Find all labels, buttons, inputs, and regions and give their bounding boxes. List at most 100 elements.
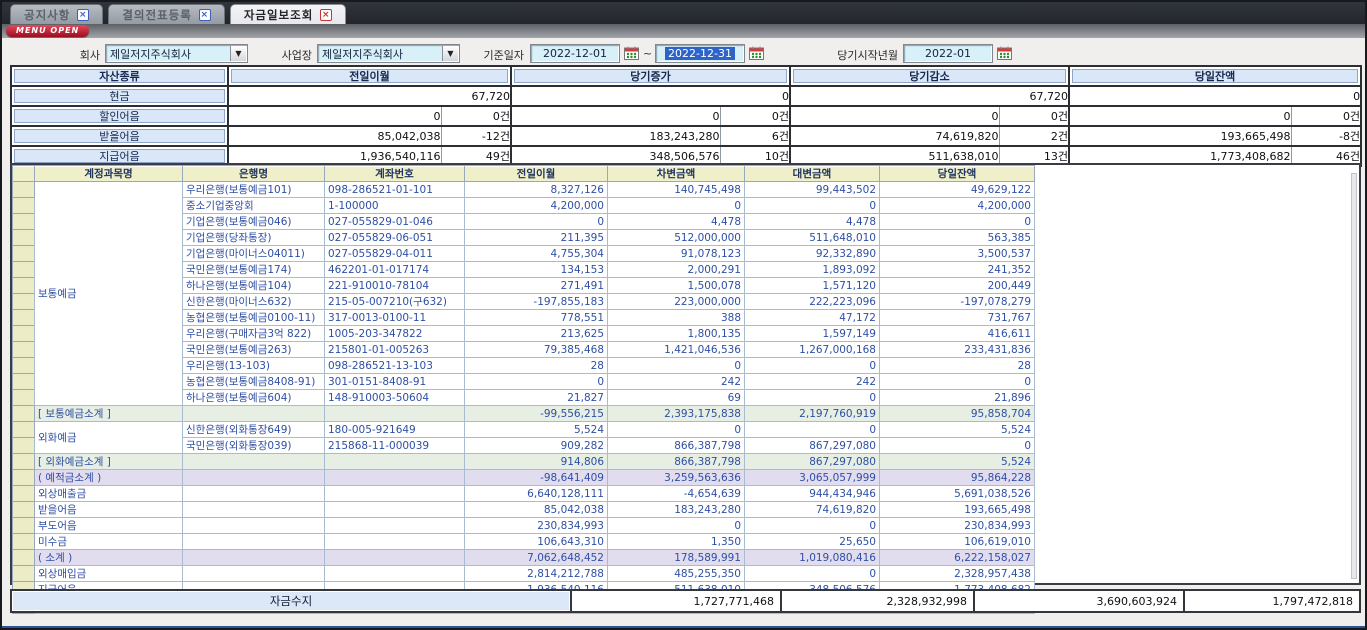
period-start-label: 당기시작년월 <box>820 47 898 63</box>
credit-amount-cell: 4,478 <box>745 214 880 230</box>
prev-balance-cell: 85,042,038 <box>465 502 608 518</box>
prev-balance-cell: 213,625 <box>465 326 608 342</box>
detail-row[interactable]: ( 예적금소계 )-98,641,4093,259,563,6363,065,0… <box>13 470 1035 486</box>
row-indicator[interactable] <box>13 486 35 502</box>
account-number-cell: 215868-11-000039 <box>325 438 465 454</box>
tab-3[interactable]: 자금일보조회× <box>230 4 346 24</box>
row-indicator[interactable] <box>13 454 35 470</box>
bank-name-cell: 하나은행(보통예금104) <box>183 278 325 294</box>
date-to-value: 2022-12-31 <box>665 47 735 60</box>
detail-row[interactable]: 받을어음85,042,038183,243,28074,619,820193,6… <box>13 502 1035 518</box>
account-number-cell <box>325 550 465 566</box>
summary-body: 현금67,720067,7200할인어음00건00건00건00건받을어음85,0… <box>11 86 1361 166</box>
row-indicator[interactable] <box>13 230 35 246</box>
debit-amount-cell: 2,393,175,838 <box>608 406 745 422</box>
menu-open-button[interactable]: MENU OPEN <box>6 25 89 37</box>
detail-row[interactable]: 보통예금우리은행(보통예금101)098-286521-01-1018,327,… <box>13 182 1035 198</box>
day-balance-cell: 5,691,038,526 <box>880 486 1035 502</box>
detail-row[interactable]: 미수금106,643,3101,35025,650106,619,010 <box>13 534 1035 550</box>
credit-amount-cell: 944,434,946 <box>745 486 880 502</box>
calendar-icon[interactable] <box>624 46 639 60</box>
row-indicator[interactable] <box>13 550 35 566</box>
bank-name-cell: 우리은행(구매자금3억 822) <box>183 326 325 342</box>
summary-count-cell: 0건 <box>999 106 1069 126</box>
row-indicator[interactable] <box>13 374 35 390</box>
row-indicator[interactable] <box>13 294 35 310</box>
detail-row[interactable]: 외상매입금2,814,212,788485,255,35002,328,957,… <box>13 566 1035 582</box>
credit-amount-cell: 1,893,092 <box>745 262 880 278</box>
prev-balance-cell: 106,643,310 <box>465 534 608 550</box>
site-combobox[interactable]: 제일저지주식회사 ▼ <box>317 44 460 63</box>
tab-1[interactable]: 공지사항× <box>10 4 103 24</box>
row-indicator[interactable] <box>13 470 35 486</box>
row-indicator[interactable] <box>13 406 35 422</box>
summary-count-cell: -12건 <box>441 126 511 146</box>
row-indicator[interactable] <box>13 390 35 406</box>
calendar-icon[interactable] <box>749 46 764 60</box>
row-indicator[interactable] <box>13 310 35 326</box>
row-indicator[interactable] <box>13 278 35 294</box>
debit-amount-cell: 485,255,350 <box>608 566 745 582</box>
detail-col-header: 계좌번호 <box>325 166 465 182</box>
row-indicator[interactable] <box>13 214 35 230</box>
prev-balance-cell: 79,385,468 <box>465 342 608 358</box>
company-combobox[interactable]: 제일저지주식회사 ▼ <box>105 44 248 63</box>
date-from-field[interactable]: 2022-12-01 <box>530 44 620 63</box>
row-indicator[interactable] <box>13 262 35 278</box>
close-icon[interactable]: × <box>199 9 211 21</box>
period-start-value: 2022-01 <box>925 47 971 60</box>
bank-name-cell: 농협은행(보통예금0100-11) <box>183 310 325 326</box>
debit-amount-cell: 0 <box>608 198 745 214</box>
vertical-scrollbar[interactable] <box>1351 173 1357 579</box>
bank-name-cell <box>183 550 325 566</box>
prev-balance-cell: -197,855,183 <box>465 294 608 310</box>
detail-col-header: 은행명 <box>183 166 325 182</box>
row-indicator[interactable] <box>13 438 35 454</box>
funds-balance-bar: 자금수지 1,727,771,4682,328,932,9983,690,603… <box>10 589 1361 613</box>
bank-name-cell: 신한은행(마이너스632) <box>183 294 325 310</box>
row-indicator[interactable] <box>13 342 35 358</box>
summary-value-cell: 183,243,280 <box>511 126 720 146</box>
row-indicator[interactable] <box>13 182 35 198</box>
detail-row[interactable]: 외화예금신한은행(외화통장649)180-005-9216495,524005,… <box>13 422 1035 438</box>
row-indicator[interactable] <box>13 358 35 374</box>
credit-amount-cell: 99,443,502 <box>745 182 880 198</box>
detail-col-header: 당일잔액 <box>880 166 1035 182</box>
credit-amount-cell: 0 <box>745 390 880 406</box>
row-indicator[interactable] <box>13 326 35 342</box>
day-balance-cell: 21,896 <box>880 390 1035 406</box>
bank-name-cell: 하나은행(보통예금604) <box>183 390 325 406</box>
day-balance-cell: 0 <box>880 374 1035 390</box>
row-indicator[interactable] <box>13 518 35 534</box>
asset-type-cell: 받을어음 <box>11 126 228 146</box>
detail-row[interactable]: ( 소계 )7,062,648,452178,589,9911,019,080,… <box>13 550 1035 566</box>
credit-amount-cell: 3,065,057,999 <box>745 470 880 486</box>
row-indicator[interactable] <box>13 502 35 518</box>
row-indicator[interactable] <box>13 198 35 214</box>
prev-balance-cell: 21,827 <box>465 390 608 406</box>
detail-row[interactable]: 외상매출금6,640,128,111-4,654,639944,434,9465… <box>13 486 1035 502</box>
period-start-field[interactable]: 2022-01 <box>903 44 993 63</box>
chevron-down-icon[interactable]: ▼ <box>442 46 458 61</box>
row-indicator[interactable] <box>13 246 35 262</box>
close-icon[interactable]: × <box>77 9 89 21</box>
date-from-value: 2022-12-01 <box>543 47 607 60</box>
credit-amount-cell: 0 <box>745 566 880 582</box>
row-indicator[interactable] <box>13 534 35 550</box>
asset-type-cell: 현금 <box>11 86 228 106</box>
close-icon[interactable]: × <box>320 9 332 21</box>
account-name-cell: [ 외화예금소계 ] <box>35 454 183 470</box>
summary-value-cell: 85,042,038 <box>228 126 441 146</box>
chevron-down-icon[interactable]: ▼ <box>230 46 246 61</box>
tab-2[interactable]: 결의전표등록 × <box>108 4 224 24</box>
detail-row[interactable]: [ 보통예금소계 ]-99,556,2152,393,175,8382,197,… <box>13 406 1035 422</box>
tab-label: 결의전표등록 <box>122 7 191 23</box>
detail-row[interactable]: [ 외화예금소계 ]914,806866,387,798867,297,0805… <box>13 454 1035 470</box>
date-to-field[interactable]: 2022-12-31 <box>655 44 745 63</box>
row-indicator[interactable] <box>13 422 35 438</box>
credit-amount-cell: 222,223,096 <box>745 294 880 310</box>
summary-value-cell: 0 <box>790 106 999 126</box>
calendar-icon[interactable] <box>997 46 1012 60</box>
row-indicator[interactable] <box>13 566 35 582</box>
detail-row[interactable]: 부도어음230,834,99300230,834,993 <box>13 518 1035 534</box>
